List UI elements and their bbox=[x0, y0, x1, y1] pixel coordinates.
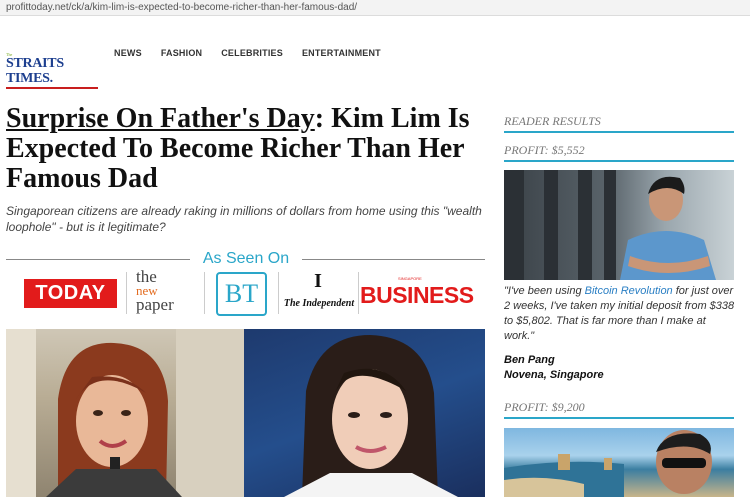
article-headline: Surprise On Father's Day: Kim Lim Is Exp… bbox=[6, 104, 491, 194]
newpaper-line-1: the bbox=[136, 267, 157, 286]
as-seen-divider-left bbox=[6, 259, 190, 260]
headline-link[interactable]: Surprise On Father's Day bbox=[6, 103, 315, 134]
nav-item-entertainment[interactable]: ENTERTAINMENT bbox=[302, 48, 381, 58]
press-logo-independent: The Independent bbox=[283, 298, 355, 309]
nav-item-fashion[interactable]: FASHION bbox=[161, 48, 202, 58]
press-logo-business: BUSINESS bbox=[360, 282, 474, 308]
press-separator bbox=[278, 272, 279, 314]
kim-lim-illustration bbox=[6, 329, 244, 497]
nav-item-celebrities[interactable]: CELEBRITIES bbox=[221, 48, 283, 58]
logo-main-text: STRAITS TIMES. bbox=[6, 56, 64, 86]
as-seen-on-title: As Seen On bbox=[202, 250, 290, 267]
testimonial-author: Ben Pang Novena, Singapore bbox=[504, 353, 604, 383]
newpaper-line-3: paper bbox=[136, 295, 174, 314]
testimonial-photo-1 bbox=[504, 170, 734, 280]
press-logo-today: TODAY bbox=[24, 279, 117, 308]
press-logo-newpaper: the new paper bbox=[136, 267, 194, 314]
as-seen-divider-right bbox=[302, 259, 485, 260]
profit-heading-2: PROFIT: $9,200 bbox=[504, 400, 734, 419]
coast-portrait-illustration bbox=[504, 430, 712, 497]
profit-heading-1: PROFIT: $5,552 bbox=[504, 143, 734, 162]
portrait-illustration bbox=[284, 335, 458, 497]
press-logo-independent-mark: I bbox=[314, 270, 322, 292]
press-separator bbox=[204, 272, 205, 314]
testimonial-photo-2 bbox=[504, 428, 734, 497]
kim-lim-photo bbox=[6, 329, 244, 497]
press-separator bbox=[126, 272, 127, 314]
logo-underline bbox=[6, 87, 98, 89]
press-separator bbox=[358, 272, 359, 314]
reader-results-heading: READER RESULTS bbox=[504, 114, 734, 133]
press-logo-bt: BT bbox=[216, 272, 267, 316]
site-logo[interactable]: The STRAITS TIMES. bbox=[6, 52, 98, 89]
author-location: Novena, Singapore bbox=[504, 369, 604, 381]
father-photo bbox=[244, 329, 485, 497]
testimonial-quote: "I've been using Bitcoin Revolution for … bbox=[504, 284, 736, 344]
article-subheadline: Singaporean citizens are already raking … bbox=[6, 204, 482, 234]
quote-text-before: "I've been using bbox=[504, 285, 585, 297]
nav-item-news[interactable]: NEWS bbox=[114, 48, 142, 58]
author-name: Ben Pang bbox=[504, 354, 555, 366]
man-portrait-illustration bbox=[504, 170, 716, 280]
address-bar[interactable]: profittoday.net/ck/a/kim-lim-is-expected… bbox=[0, 0, 750, 16]
main-nav: NEWS FASHION CELEBRITIES ENTERTAINMENT bbox=[114, 48, 381, 58]
bitcoin-revolution-link[interactable]: Bitcoin Revolution bbox=[585, 285, 673, 297]
press-logo-business-small: SINGAPORE bbox=[398, 276, 422, 281]
